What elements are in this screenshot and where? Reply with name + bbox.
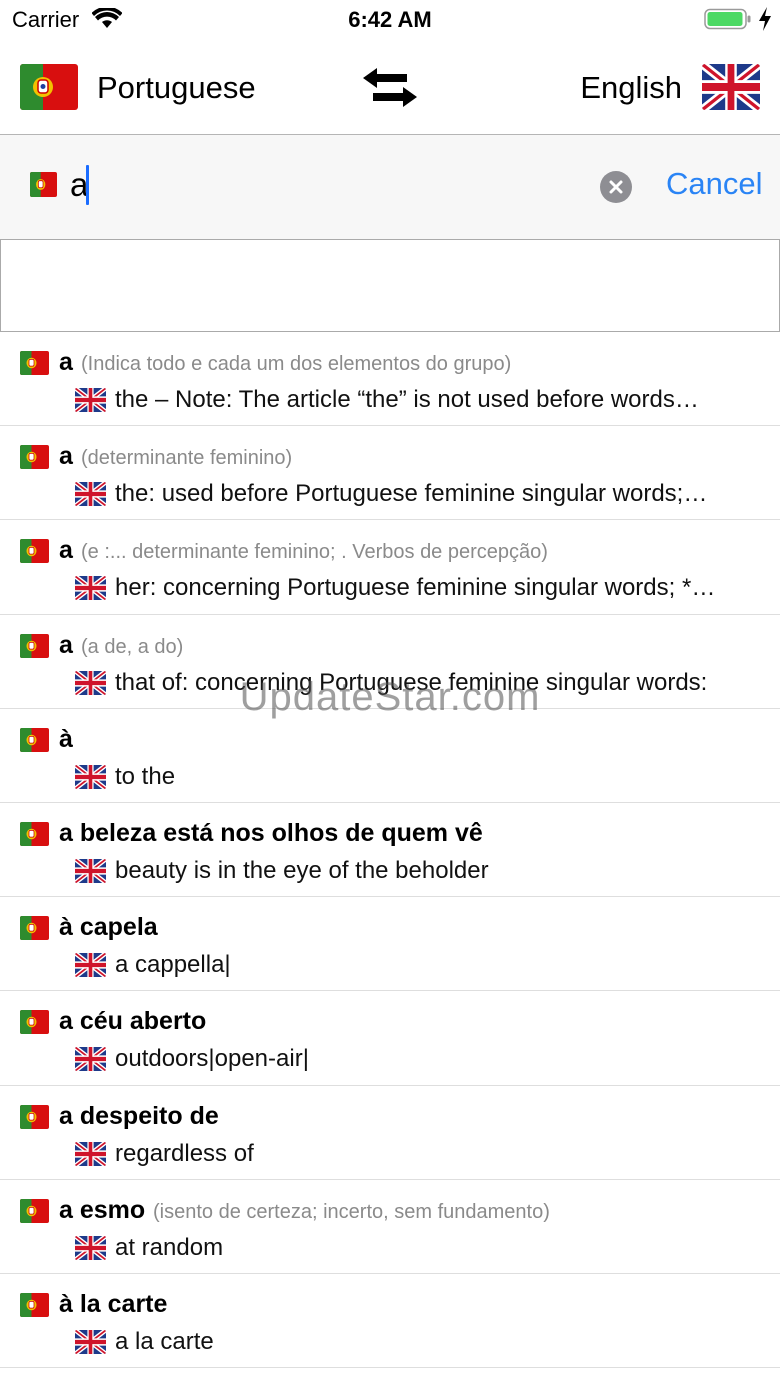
list-item[interactable]: a (e :... determinante feminino; . Verbo… (0, 520, 780, 615)
term-note: (determinante feminino) (81, 447, 293, 470)
term-text: a (59, 536, 73, 565)
list-item[interactable]: a céu aberto outdoors|open-air| (0, 991, 780, 1086)
term-note: (isento de certeza; incerto, sem fundame… (153, 1200, 550, 1223)
uk-flag-icon (75, 764, 106, 789)
portugal-flag-icon (20, 1198, 49, 1223)
term-text: a esmo (59, 1195, 146, 1224)
search-bar: Cancel (0, 135, 780, 239)
portugal-flag-icon (20, 633, 49, 658)
battery-icon (704, 8, 751, 30)
clear-search-button[interactable] (600, 171, 632, 203)
cancel-button[interactable]: Cancel (666, 166, 763, 202)
translation-text: outdoors|open-air| (115, 1045, 309, 1073)
portugal-flag-icon (20, 445, 49, 470)
list-item[interactable]: à capela a cappella| (0, 897, 780, 992)
search-input[interactable] (70, 163, 590, 207)
translation-text: her: concerning Portuguese feminine sing… (115, 574, 716, 602)
text-cursor (86, 165, 89, 205)
term-text: à (59, 724, 73, 753)
translation-text: regardless of (115, 1139, 254, 1167)
clock: 6:42 AM (348, 7, 432, 32)
swap-languages-icon[interactable] (361, 67, 419, 109)
term-text: a despeito de (59, 1101, 219, 1130)
uk-flag-icon (75, 1047, 106, 1072)
portugal-flag-icon[interactable] (20, 64, 78, 110)
portugal-flag-icon (30, 172, 57, 197)
uk-flag-icon (75, 670, 106, 695)
list-item[interactable]: à to the (0, 709, 780, 803)
translation-text: the: used before Portuguese feminine sin… (115, 480, 708, 508)
uk-flag-icon (75, 576, 106, 601)
list-item[interactable]: a (Indica todo e cada um dos elementos d… (0, 332, 780, 427)
term-text: à la carte (59, 1289, 168, 1318)
list-item[interactable]: a despeito de regardless of (0, 1086, 780, 1180)
portugal-flag-icon (20, 916, 49, 941)
term-text: a céu aberto (59, 1007, 207, 1036)
results-list: a (Indica todo e cada um dos elementos d… (0, 332, 780, 1369)
term-text: a (59, 630, 73, 659)
list-item[interactable]: a esmo (isento de certeza; incerto, sem … (0, 1180, 780, 1274)
portugal-flag-icon (20, 727, 49, 752)
list-item[interactable]: a beleza está nos olhos de quem vê beaut… (0, 803, 780, 898)
language-bar: Portuguese English (0, 40, 780, 135)
translation-text: the – Note: The article “the” is not use… (115, 386, 699, 413)
list-item[interactable]: a (determinante feminino) the: used befo… (0, 426, 780, 521)
term-text: à capela (59, 913, 158, 942)
term-note: (e :... determinante feminino; . Verbos … (81, 541, 548, 564)
term-text: a (59, 348, 73, 376)
translation-text: to the (115, 762, 176, 790)
portugal-flag-icon (20, 821, 49, 846)
list-item[interactable]: à la carte a la carte (0, 1274, 780, 1369)
term-note: (Indica todo e cada um dos elementos do … (81, 353, 512, 375)
term-note: (a de, a do) (81, 635, 184, 658)
portugal-flag-icon (20, 351, 49, 375)
portugal-flag-icon (20, 1292, 49, 1317)
status-bar: Carrier 6:42 AM (0, 0, 780, 40)
uk-flag-icon (75, 953, 106, 978)
uk-flag-icon (75, 858, 106, 883)
uk-flag-icon (75, 1329, 106, 1354)
term-text: a beleza está nos olhos de quem vê (59, 818, 483, 847)
uk-flag-icon (75, 482, 106, 507)
portugal-flag-icon (20, 539, 49, 564)
portugal-flag-icon (20, 1010, 49, 1035)
source-language-label[interactable]: Portuguese (97, 70, 256, 106)
translation-text: beauty is in the eye of the beholder (115, 856, 489, 884)
translation-text: a cappella| (115, 951, 231, 979)
close-icon (609, 180, 623, 194)
term-text: a (59, 442, 73, 471)
translation-text: that of: concerning Portuguese feminine … (115, 668, 708, 696)
translation-text: a la carte (115, 1327, 214, 1355)
list-item[interactable]: a (a de, a do) that of: concerning Portu… (0, 615, 780, 709)
target-language-label[interactable]: English (580, 70, 682, 106)
uk-flag-icon (75, 1141, 106, 1166)
translation-text: at random (115, 1233, 224, 1261)
portugal-flag-icon (20, 1104, 49, 1129)
uk-flag-icon (75, 388, 106, 412)
uk-flag-icon (75, 1235, 106, 1260)
empty-panel (0, 239, 780, 332)
uk-flag-icon[interactable] (702, 64, 760, 110)
charging-bolt-icon (759, 7, 771, 31)
